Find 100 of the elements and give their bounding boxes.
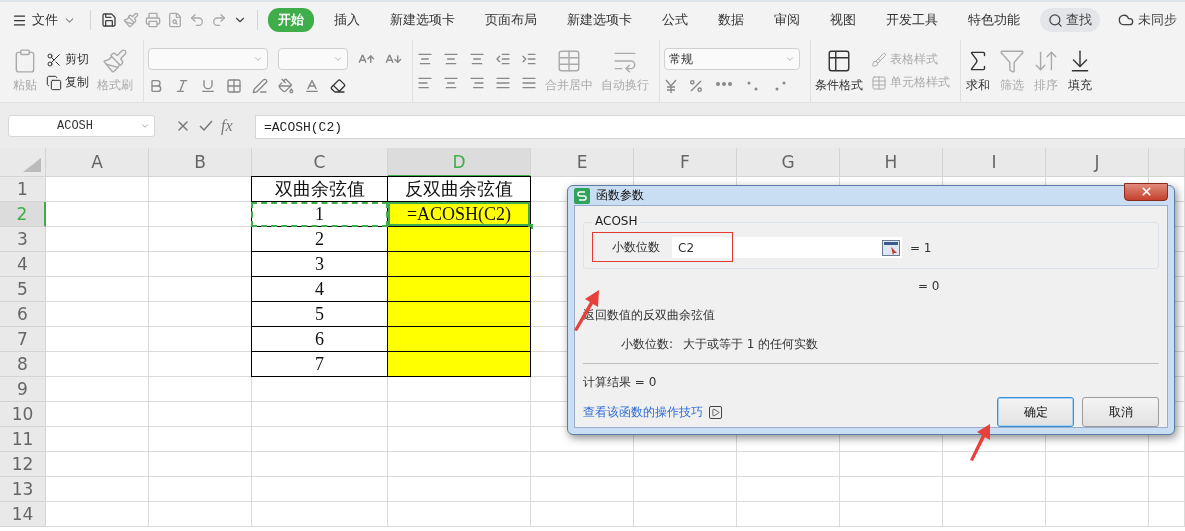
eraser-icon[interactable] <box>330 78 346 94</box>
grid-cell[interactable] <box>46 402 149 427</box>
undo-icon[interactable] <box>189 12 205 28</box>
ribbon-button[interactable]: 求和 <box>965 48 991 94</box>
table-cell[interactable]: 7 <box>251 352 388 377</box>
grid-cell[interactable] <box>46 327 149 352</box>
grid-cell[interactable] <box>943 502 1046 527</box>
italic-icon[interactable] <box>174 78 190 94</box>
indent-decrease-icon[interactable] <box>495 51 511 67</box>
grid-cell[interactable] <box>149 427 252 452</box>
grid-cell[interactable] <box>737 477 840 502</box>
row-header[interactable]: 9 <box>0 377 46 402</box>
grid-cell[interactable] <box>46 302 149 327</box>
grid-cell[interactable] <box>634 452 737 477</box>
grid-cell[interactable] <box>840 452 943 477</box>
formula-input[interactable]: =ACOSH(C2) <box>255 115 1185 139</box>
ribbon-tab[interactable]: 特色功能 <box>958 8 1030 32</box>
grid-cell[interactable] <box>1149 452 1185 477</box>
grid-cell[interactable] <box>840 502 943 527</box>
ribbon-tab[interactable]: 数据 <box>708 8 754 32</box>
insert-function-button[interactable]: fx <box>221 117 233 135</box>
grid-cell[interactable] <box>840 477 943 502</box>
grid-cell[interactable] <box>252 477 388 502</box>
grid-cell[interactable] <box>46 352 149 377</box>
column-header[interactable]: I <box>943 148 1046 177</box>
ribbon-tab[interactable]: 新建选项卡 <box>380 8 465 32</box>
bold-icon[interactable] <box>148 78 164 94</box>
grid-cell[interactable] <box>252 427 388 452</box>
video-button[interactable] <box>709 405 722 419</box>
column-header[interactable]: A <box>46 148 149 177</box>
format-painter-icon[interactable] <box>123 12 139 28</box>
redo-icon[interactable] <box>211 12 227 28</box>
grid-cell[interactable] <box>943 477 1046 502</box>
ribbon-tab[interactable]: 开发工具 <box>876 8 948 32</box>
grid-cell[interactable] <box>737 502 840 527</box>
check-icon[interactable] <box>199 119 213 133</box>
distribute-icon[interactable] <box>521 75 537 91</box>
grid-cell[interactable] <box>46 227 149 252</box>
column-header[interactable]: B <box>149 148 252 177</box>
table-cell[interactable] <box>388 327 531 352</box>
table-cell[interactable]: 4 <box>251 277 388 302</box>
ribbon-tab[interactable]: 审阅 <box>764 8 810 32</box>
ribbon-tab[interactable]: 新建选项卡 <box>557 8 642 32</box>
ribbon-tab[interactable]: 开始 <box>268 8 314 32</box>
ribbon-button[interactable]: 复制 <box>46 74 89 91</box>
column-header[interactable]: E <box>531 148 634 177</box>
grid-cell[interactable] <box>531 502 634 527</box>
table-cell[interactable] <box>388 252 531 277</box>
ribbon-tab[interactable]: 公式 <box>652 8 698 32</box>
print-icon[interactable] <box>145 12 161 28</box>
grid-cell[interactable] <box>1046 452 1149 477</box>
save-icon[interactable] <box>101 12 117 28</box>
align-middle-icon[interactable] <box>443 51 459 67</box>
table-cell[interactable] <box>388 352 531 377</box>
dialog-button[interactable]: 取消 <box>1082 397 1159 427</box>
name-box[interactable]: ACOSH <box>8 115 155 137</box>
row-header[interactable]: 6 <box>0 302 46 327</box>
column-header[interactable]: G <box>737 148 840 177</box>
grid-cell[interactable] <box>149 477 252 502</box>
grid-cell[interactable] <box>1046 477 1149 502</box>
ribbon-tab[interactable]: 页面布局 <box>475 8 547 32</box>
row-header[interactable]: 7 <box>0 327 46 352</box>
table-cell[interactable]: 5 <box>251 302 388 327</box>
grid-cell[interactable] <box>149 502 252 527</box>
row-header[interactable]: 4 <box>0 252 46 277</box>
grid-cell[interactable] <box>531 477 634 502</box>
align-right-icon[interactable] <box>469 75 485 91</box>
grid-cell[interactable] <box>149 377 252 402</box>
font-color-icon[interactable] <box>304 78 320 94</box>
range-select-icon[interactable] <box>882 239 900 256</box>
underline-icon[interactable] <box>200 78 216 94</box>
close-button[interactable] <box>1124 182 1168 201</box>
table-cell[interactable]: 1 <box>251 202 388 227</box>
font-size-field[interactable] <box>278 48 348 70</box>
column-header[interactable] <box>1149 148 1185 177</box>
table-cell[interactable] <box>388 277 531 302</box>
table-cell[interactable]: =ACOSH(C2) <box>388 202 531 227</box>
grid-cell[interactable] <box>531 452 634 477</box>
select-all-corner[interactable] <box>0 148 46 177</box>
grid-cell[interactable] <box>252 377 388 402</box>
pen-icon[interactable] <box>252 78 268 94</box>
table-cell[interactable]: 双曲余弦值 <box>251 176 388 202</box>
grid-cell[interactable] <box>46 252 149 277</box>
grid-cell[interactable] <box>46 477 149 502</box>
row-header[interactable]: 1 <box>0 177 46 202</box>
table-cell[interactable] <box>388 227 531 252</box>
grid-cell[interactable] <box>1046 502 1149 527</box>
row-header[interactable]: 5 <box>0 277 46 302</box>
ribbon-button[interactable]: 填充 <box>1067 48 1093 94</box>
grid-cell[interactable] <box>149 402 252 427</box>
print-preview-icon[interactable] <box>167 12 183 28</box>
column-header[interactable]: F <box>634 148 737 177</box>
argument-field[interactable]: C2 <box>672 237 902 258</box>
help-link[interactable]: 查看该函数的操作技巧 <box>583 403 703 421</box>
number-format-field[interactable]: 常规 <box>664 48 800 70</box>
align-top-icon[interactable] <box>417 51 433 67</box>
grid-cell[interactable] <box>388 377 531 402</box>
row-header[interactable]: 3 <box>0 227 46 252</box>
row-header[interactable]: 14 <box>0 502 46 527</box>
grid-cell[interactable] <box>1149 502 1185 527</box>
